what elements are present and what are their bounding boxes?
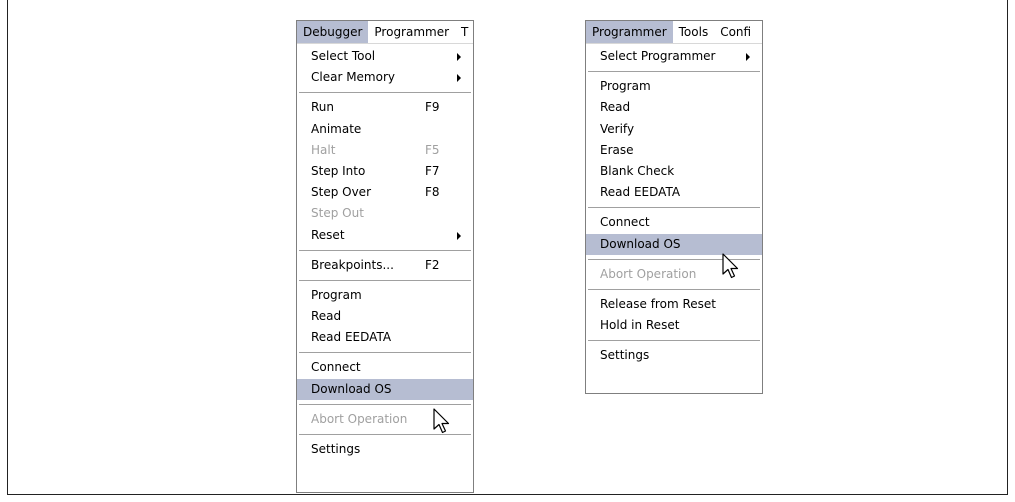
shortcut-label: F2 <box>425 257 440 272</box>
menu-item-label: Abort Operation <box>600 266 697 281</box>
menu-item-verify[interactable]: Verify <box>586 119 762 140</box>
menu-item-label: Release from Reset <box>600 296 716 311</box>
menu-item-release-from-reset[interactable]: Release from Reset <box>586 294 762 315</box>
menu-item-download-os[interactable]: Download OS <box>586 233 762 255</box>
menu-item-erase[interactable]: Erase <box>586 140 762 161</box>
menu-item-label: Clear Memory <box>311 70 395 85</box>
menu-item-select-programmer[interactable]: Select Programmer <box>586 46 762 67</box>
menu-item-label: Hold in Reset <box>600 318 680 333</box>
menu-item-hold-in-reset[interactable]: Hold in Reset <box>586 315 762 336</box>
shortcut-label: F5 <box>425 142 440 157</box>
programmer-menu-window: Programmer Tools Confi Select Programmer Pr… <box>585 20 763 394</box>
mouse-pointer-icon <box>433 408 450 434</box>
menu-separator <box>586 285 762 294</box>
menu-item-label: Program <box>311 287 362 302</box>
menu-item-program[interactable]: Program <box>586 76 762 97</box>
menu-item-download-os[interactable]: Download OS <box>297 378 473 400</box>
menu-separator <box>297 88 473 97</box>
menubar-item-debugger[interactable]: Debugger <box>297 21 369 43</box>
menu-item-step-over[interactable]: Step Over F8 <box>297 182 473 203</box>
menu-separator <box>586 67 762 76</box>
menu-item-label: Verify <box>600 121 635 136</box>
menubar: Programmer Tools Confi <box>586 21 762 44</box>
menu-item-label: Abort Operation <box>311 411 408 426</box>
menu-item-program[interactable]: Program <box>297 285 473 306</box>
menu-separator <box>586 336 762 345</box>
menu-item-label: Read EEDATA <box>600 185 681 200</box>
menu-item-halt: Halt F5 <box>297 140 473 161</box>
menu-item-clear-memory[interactable]: Clear Memory <box>297 67 473 88</box>
menu-item-label: Connect <box>311 360 361 375</box>
menu-item-reset[interactable]: Reset <box>297 225 473 246</box>
menu-item-label: Read <box>600 100 631 115</box>
menu-item-label: Select Programmer <box>600 49 716 63</box>
menubar: Debugger Programmer T <box>297 21 473 44</box>
menubar-item-programmer[interactable]: Programmer <box>586 21 673 43</box>
menubar-item-tools[interactable]: Tools <box>673 21 715 43</box>
menu-item-label: Step Out <box>311 206 364 221</box>
menu-item-connect[interactable]: Connect <box>297 357 473 378</box>
menu-item-label: Animate <box>311 121 362 136</box>
menu-separator <box>297 348 473 357</box>
menu-item-blank-check[interactable]: Blank Check <box>586 161 762 182</box>
menu-separator <box>297 246 473 255</box>
menu-separator <box>586 203 762 212</box>
menu-item-label: Run <box>311 100 335 115</box>
menu-item-label: Settings <box>600 348 650 363</box>
menu-item-label: Reset <box>311 227 345 242</box>
menu-item-label: Step Into <box>311 163 366 178</box>
menu-item-settings[interactable]: Settings <box>297 439 473 460</box>
shortcut-label: F9 <box>425 100 440 115</box>
menu-item-step-into[interactable]: Step Into F7 <box>297 161 473 182</box>
menu-item-settings[interactable]: Settings <box>586 345 762 366</box>
menu-item-label: Read <box>311 309 342 324</box>
menu-item-run[interactable]: Run F9 <box>297 97 473 118</box>
menu-item-label: Blank Check <box>600 163 675 178</box>
menubar-item-t[interactable]: T <box>455 21 473 43</box>
menu-separator <box>297 276 473 285</box>
menu-item-connect[interactable]: Connect <box>586 212 762 233</box>
menu-item-read[interactable]: Read <box>297 306 473 327</box>
menu-item-read-eedata[interactable]: Read EEDATA <box>586 182 762 203</box>
menubar-item-confi[interactable]: Confi <box>714 21 757 43</box>
menu-item-step-out: Step Out <box>297 203 473 224</box>
debugger-menu: Select Tool Clear Memory Run F9 Animate Halt F… <box>297 44 473 460</box>
menu-item-animate[interactable]: Animate <box>297 119 473 140</box>
menu-item-label: Connect <box>600 215 650 230</box>
menu-item-select-tool[interactable]: Select Tool <box>297 46 473 67</box>
shortcut-label: F8 <box>425 185 440 200</box>
menu-item-label: Settings <box>311 442 361 456</box>
menu-item-label: Breakpoints... <box>311 257 394 272</box>
menu-item-label: Select Tool <box>311 49 376 63</box>
menu-item-read-eedata[interactable]: Read EEDATA <box>297 327 473 348</box>
menu-item-breakpoints[interactable]: Breakpoints... F2 <box>297 255 473 276</box>
menu-item-label: Halt <box>311 142 336 157</box>
mouse-pointer-icon <box>722 253 739 279</box>
menu-item-label: Erase <box>600 142 634 157</box>
menu-item-label: Program <box>600 79 651 94</box>
shortcut-label: F7 <box>425 163 440 178</box>
menu-item-label: Download OS <box>311 381 392 396</box>
menu-item-read[interactable]: Read <box>586 97 762 118</box>
menubar-item-programmer[interactable]: Programmer <box>368 21 455 43</box>
menu-item-label: Download OS <box>600 236 681 251</box>
menu-item-label: Step Over <box>311 185 371 200</box>
programmer-menu: Select Programmer Program Read Verify Erase B… <box>586 44 762 366</box>
menu-item-label: Read EEDATA <box>311 330 392 345</box>
figure-frame <box>7 0 1008 495</box>
